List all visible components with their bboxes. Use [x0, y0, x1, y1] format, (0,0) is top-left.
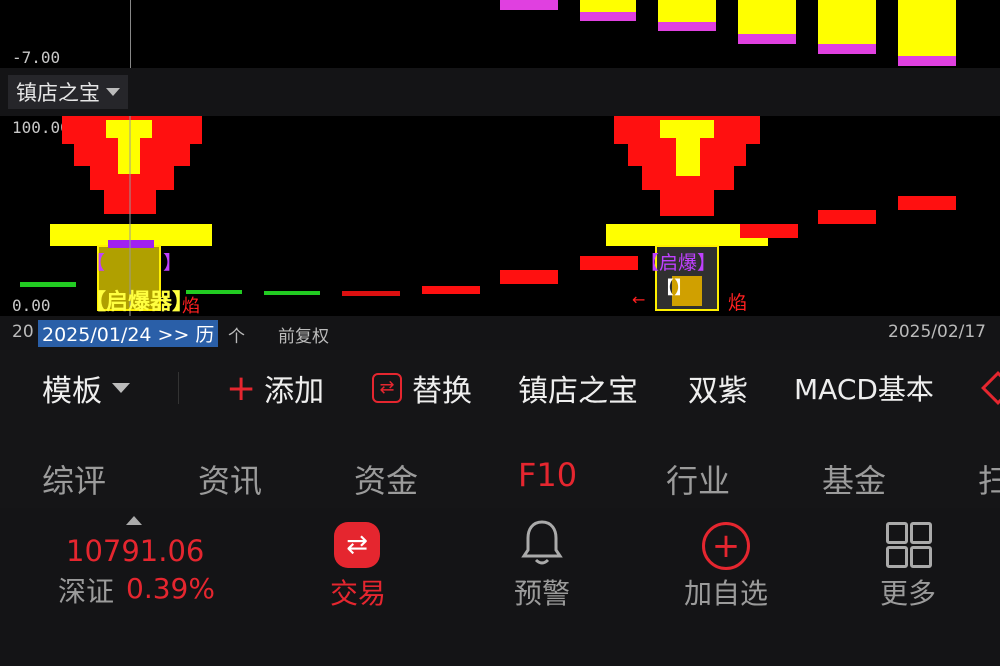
bar: [898, 0, 956, 56]
bar: [738, 34, 796, 44]
bar: [580, 0, 636, 12]
bar: [658, 0, 716, 22]
adjust-mode-label[interactable]: 前复权: [278, 322, 329, 347]
tab-funds-flow[interactable]: 资金: [354, 456, 418, 502]
arrow-left-icon: ←: [632, 290, 646, 309]
tab-news[interactable]: 资讯: [198, 456, 262, 502]
signal-shape-left: [50, 116, 212, 311]
index-value: 10791.06: [66, 534, 205, 568]
replace-indicator-button[interactable]: ⇄ 替换: [372, 364, 472, 412]
indicator-selector-bar: 镇店之宝: [0, 68, 1000, 116]
index-change: 0.39%: [126, 572, 215, 605]
add-indicator-button[interactable]: + 添加: [226, 364, 324, 412]
nav-trade[interactable]: ⇄ 交易: [278, 508, 438, 666]
swap-icon: ⇄: [372, 373, 402, 403]
index-ticker[interactable]: 10791.06 深证 0.39%: [40, 508, 230, 666]
bottom-nav-bar: 10791.06 深证 0.39% ⇄ 交易 预警 + 加自选 更多: [0, 508, 1000, 666]
bar: [818, 0, 876, 44]
plus-icon: +: [226, 367, 257, 409]
plus-circle-icon: +: [702, 522, 750, 570]
selected-date-badge[interactable]: 2025/01/24 >> 历: [38, 320, 219, 347]
bell-icon: [521, 520, 563, 565]
date-prefix: 20: [12, 322, 34, 342]
nav-alert[interactable]: 预警: [462, 508, 622, 666]
date-trailing: 个: [228, 327, 245, 347]
nav-more[interactable]: 更多: [828, 508, 988, 666]
axis-min-label: -7.00: [12, 48, 61, 67]
signal-top-label-right: 【启爆】: [640, 252, 717, 274]
tab-industry[interactable]: 行业: [666, 456, 730, 502]
toolbar-item-zhendianzhibao[interactable]: 镇店之宝: [518, 364, 638, 412]
tab-fund[interactable]: 基金: [822, 456, 886, 502]
bar: [818, 44, 876, 54]
toolbar-divider: [178, 372, 179, 404]
indicator-toolbar: 模板 + 添加 ⇄ 替换 镇店之宝 双紫 MACD基本: [0, 350, 1000, 426]
toolbar-item-macd[interactable]: MACD基本: [794, 364, 934, 412]
trade-icon: ⇄: [334, 522, 380, 568]
index-name: 深证: [58, 575, 115, 608]
nav-alert-label: 预警: [513, 577, 570, 610]
replace-label: 替换: [412, 374, 472, 409]
tab-overview[interactable]: 综评: [42, 456, 106, 502]
signal-top-label-left: 【】: [86, 252, 241, 274]
template-dropdown[interactable]: 模板: [42, 364, 130, 412]
signal-side-right: 焰: [728, 292, 748, 314]
bar: [500, 0, 558, 10]
bar: [658, 22, 716, 31]
bar: [898, 56, 956, 66]
indicator-selector[interactable]: 镇店之宝: [8, 75, 128, 109]
nav-add-watchlist[interactable]: + 加自选: [646, 508, 806, 666]
top-chart[interactable]: -7.00: [0, 0, 1000, 68]
add-label: 添加: [264, 374, 325, 409]
caret-up-icon: [126, 516, 142, 525]
end-date-label: 2025/02/17: [888, 322, 986, 342]
nav-add-watchlist-label: 加自选: [683, 577, 768, 610]
indicator-selector-label: 镇店之宝: [16, 81, 100, 105]
nav-trade-label: 交易: [329, 577, 386, 610]
diamond-icon[interactable]: [981, 371, 1000, 405]
chevron-down-icon: [112, 383, 130, 393]
indicator-chart[interactable]: 100.00 0.00 【】 【启爆器】 焰 【启爆】 【】 焰 ←: [0, 116, 1000, 316]
signal-side-left: 焰: [182, 296, 200, 316]
grid-icon: [886, 522, 932, 568]
signal-bracket-right: 【】: [656, 278, 692, 299]
nav-more-label: 更多: [879, 577, 936, 610]
info-tabs: 综评 资讯 资金 F10 行业 基金 扫: [0, 426, 1000, 508]
signal-label-left: 【启爆器】: [84, 290, 195, 315]
crosshair-vertical: [130, 0, 131, 68]
date-bar: 20 2025/01/24 >> 历 个 前复权 2025/02/17: [0, 316, 1000, 350]
toolbar-item-shuangzi[interactable]: 双紫: [688, 364, 748, 412]
bar: [738, 0, 796, 34]
chevron-down-icon: [106, 88, 120, 96]
tab-f10[interactable]: F10: [518, 456, 577, 494]
tab-more-partial[interactable]: 扫: [978, 456, 1000, 502]
template-label: 模板: [42, 374, 102, 409]
bar: [580, 12, 636, 21]
